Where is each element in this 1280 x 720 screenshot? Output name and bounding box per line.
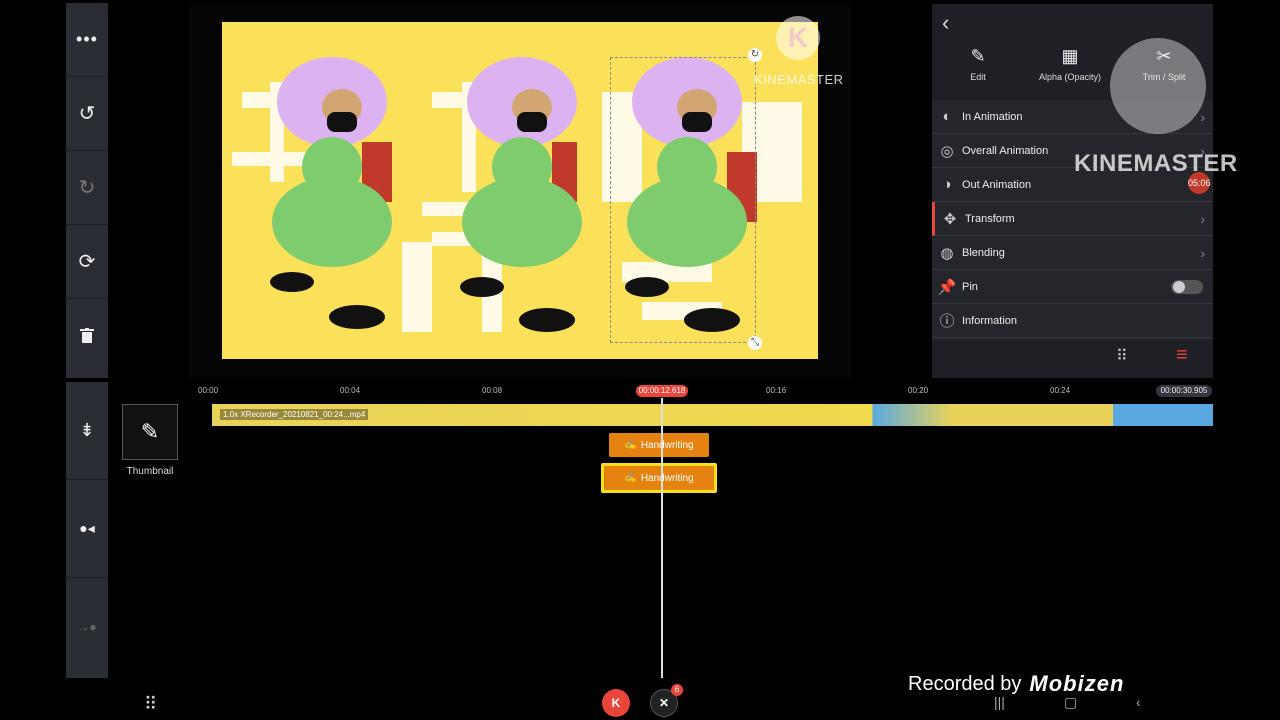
transform-icon: ✥ bbox=[943, 210, 957, 228]
replay-button[interactable]: ⟳ bbox=[66, 225, 108, 299]
replay-icon: ⟳ bbox=[78, 251, 96, 273]
layer-label: Handwriting bbox=[640, 439, 694, 451]
menu-icon[interactable]: ≡ bbox=[1176, 344, 1188, 367]
redo-icon: ↻ bbox=[78, 177, 96, 199]
back-arrow-icon[interactable]: ‹ bbox=[942, 10, 949, 36]
track-end-button[interactable]: →● bbox=[66, 578, 108, 676]
kinemaster-badge-text: KINEMASTER bbox=[1074, 150, 1238, 177]
ruler-tick: 00:20 bbox=[908, 386, 929, 395]
menu-transform[interactable]: ✥ Transform › bbox=[932, 202, 1213, 236]
alpha-tool-label: Alpha (Opacity) bbox=[1038, 72, 1102, 82]
menu-label: In Animation bbox=[962, 110, 1023, 123]
menu-label: Transform bbox=[965, 212, 1015, 225]
playhead[interactable] bbox=[661, 398, 663, 678]
apps-grid-icon[interactable]: ⠿ bbox=[144, 694, 157, 715]
timeline-toolbar: ⇟ ●◂ →● bbox=[66, 382, 108, 678]
menu-label: Information bbox=[962, 314, 1018, 327]
grid-icon[interactable]: ⠿ bbox=[1116, 346, 1128, 366]
back-icon[interactable]: ‹ bbox=[1136, 694, 1141, 710]
edit-tool-label: Edit bbox=[970, 72, 986, 82]
handwriting-layer-clip-selected[interactable]: ✍ Handwriting bbox=[601, 463, 717, 493]
kinemaster-app-icon[interactable]: K bbox=[602, 689, 630, 717]
trash-icon bbox=[80, 328, 94, 343]
video-clip-label: 1.0x XRecorder_20210821_00:24...mp4 bbox=[220, 409, 369, 420]
track-end-icon: →● bbox=[77, 620, 97, 634]
menu-information[interactable]: ⓘ Information bbox=[932, 304, 1213, 338]
kinemaster-watermark-text: KINEMASTER bbox=[754, 72, 844, 87]
overall-animation-icon: ◎ bbox=[940, 142, 954, 160]
rotate-icon: ↻ bbox=[750, 49, 760, 60]
recorded-by-text: Recorded by bbox=[908, 672, 1022, 695]
checker-icon: ▦ bbox=[1061, 46, 1079, 66]
redo-button[interactable]: ↻ bbox=[66, 151, 108, 225]
handwriting-icon: ✍ bbox=[624, 439, 637, 451]
ruler-tick: 00:08 bbox=[482, 386, 503, 395]
ruler-tick: 00:16 bbox=[766, 386, 787, 395]
pencil-icon: ✎ bbox=[140, 419, 160, 444]
blending-icon: ◍ bbox=[940, 244, 954, 262]
ruler-tick: 00:04 bbox=[340, 386, 361, 395]
kinemaster-watermark-logo[interactable]: K bbox=[776, 16, 820, 60]
menu-blending[interactable]: ◍ Blending › bbox=[932, 236, 1213, 270]
notification-badge: 6 bbox=[671, 684, 683, 696]
record-button[interactable]: ●◂ bbox=[66, 480, 108, 578]
left-toolbar: ••• ↺ ↻ ⟳ bbox=[66, 3, 108, 378]
handwriting-layer-clip[interactable]: ✍ Handwriting bbox=[609, 433, 709, 457]
out-animation-icon: ◑ bbox=[942, 176, 952, 193]
menu-pin[interactable]: 📌 Pin bbox=[932, 270, 1213, 304]
undo-icon: ↺ bbox=[78, 103, 96, 125]
recent-apps-icon[interactable]: ||| bbox=[994, 694, 1005, 710]
ruler-tick: 00:00 bbox=[198, 386, 219, 395]
menu-label: Blending bbox=[962, 246, 1005, 259]
home-icon[interactable]: ▢ bbox=[1064, 694, 1077, 711]
menu-label: Out Animation bbox=[962, 178, 1032, 191]
split-track-icon: ⇟ bbox=[79, 420, 95, 440]
handwriting-icon: ✍ bbox=[624, 472, 637, 484]
chevron-right-icon: › bbox=[1200, 108, 1205, 125]
ruler-tick: 00:24 bbox=[1050, 386, 1071, 395]
kinemaster-badge-logo bbox=[1110, 38, 1206, 134]
selection-box[interactable] bbox=[610, 57, 756, 343]
in-animation-icon: ◐ bbox=[942, 108, 952, 125]
chevron-right-icon: › bbox=[1200, 210, 1205, 227]
pin-toggle[interactable] bbox=[1171, 280, 1203, 294]
info-icon: ⓘ bbox=[939, 313, 955, 330]
timeline-ruler[interactable]: 00:00 00:04 00:08 00:16 00:20 00:24 bbox=[196, 384, 1214, 398]
split-track-button[interactable]: ⇟ bbox=[66, 382, 108, 480]
overlay-time-badge: 05:06 bbox=[1188, 172, 1211, 194]
current-time-indicator: 00:00:12.618 bbox=[636, 385, 688, 397]
recorder-banner: Recorded by Mobizen bbox=[894, 664, 1220, 704]
menu-label: Overall Animation bbox=[962, 144, 1049, 157]
alpha-tool[interactable]: ▦ Alpha (Opacity) bbox=[1024, 46, 1116, 82]
resize-handle[interactable]: ⤡ bbox=[748, 336, 762, 350]
video-track-clip[interactable]: 1.0x XRecorder_20210821_00:24...mp4 bbox=[212, 404, 1213, 426]
thumbnail-button[interactable]: ✎ bbox=[122, 404, 178, 460]
record-dot-icon: ●◂ bbox=[79, 520, 95, 536]
delete-button[interactable] bbox=[66, 299, 108, 373]
resize-icon: ⤡ bbox=[751, 337, 759, 348]
pen-icon: ✎ bbox=[970, 46, 986, 66]
more-button[interactable]: ••• bbox=[66, 3, 108, 77]
kinemaster-editor: ••• ↺ ↻ ⟳ ⇟ ●◂ →● ↻ ⤡ K KINEMASTER ‹ ✎ E… bbox=[0, 0, 1280, 720]
panel-footer: ⠿ ≡ bbox=[932, 340, 1213, 378]
rotate-handle[interactable]: ↻ bbox=[748, 48, 762, 62]
undo-button[interactable]: ↺ bbox=[66, 77, 108, 151]
more-icon: ••• bbox=[76, 29, 98, 49]
menu-label: Pin bbox=[962, 280, 978, 293]
layer-label: Handwriting bbox=[640, 472, 694, 484]
end-time-indicator: 00:00:30.905 bbox=[1156, 385, 1212, 397]
chevron-right-icon: › bbox=[1200, 244, 1205, 261]
edit-tool[interactable]: ✎ Edit bbox=[932, 46, 1024, 82]
thumbnail-label: Thumbnail bbox=[126, 466, 174, 477]
pin-icon: 📌 bbox=[937, 278, 957, 296]
